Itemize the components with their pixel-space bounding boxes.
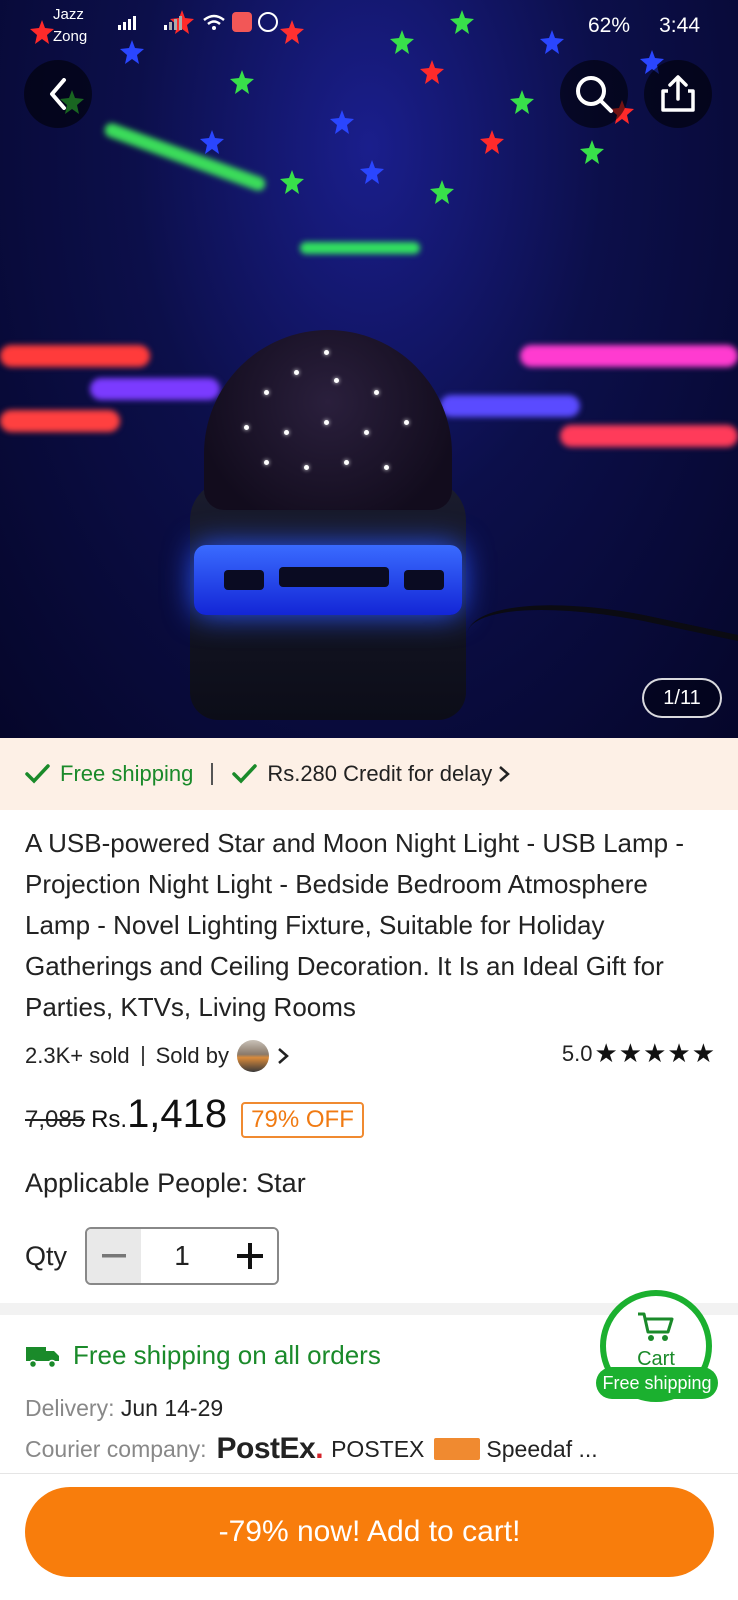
applicable-people[interactable]: Applicable People: Star bbox=[25, 1168, 306, 1199]
light-beam bbox=[440, 395, 580, 417]
cart-icon bbox=[638, 1312, 674, 1341]
decrease-button[interactable] bbox=[87, 1229, 141, 1283]
wifi-icon bbox=[203, 14, 225, 30]
back-arrow-icon bbox=[50, 78, 66, 110]
divider bbox=[141, 1046, 144, 1066]
promo-strip[interactable]: Free shipping Rs.280 Credit for delay bbox=[0, 738, 738, 810]
light-beam bbox=[0, 345, 150, 367]
minus-icon bbox=[102, 1254, 126, 1258]
app-notification-icon bbox=[232, 12, 252, 32]
search-icon bbox=[576, 76, 613, 113]
free-shipping-row[interactable]: Free shipping on all orders bbox=[25, 1340, 381, 1371]
sold-count: 2.3K+ sold bbox=[25, 1043, 130, 1068]
speedaf-logo bbox=[434, 1438, 481, 1460]
product-image[interactable]: Jazz Zong 62% 3:44 1/11 bbox=[0, 0, 738, 738]
currency: Rs. bbox=[91, 1106, 128, 1133]
share-button[interactable] bbox=[644, 60, 712, 128]
free-shipping-headline: Free shipping on all orders bbox=[73, 1340, 381, 1370]
original-price: 7,085 bbox=[25, 1106, 86, 1133]
product-title: A USB-powered Star and Moon Night Light … bbox=[25, 828, 684, 1022]
quantity-value[interactable]: 1 bbox=[141, 1229, 223, 1283]
sold-by-label: Sold by bbox=[155, 1043, 229, 1068]
plus-icon bbox=[237, 1243, 263, 1269]
increase-button[interactable] bbox=[223, 1229, 277, 1283]
add-to-cart-button[interactable]: -79% now! Add to cart! bbox=[25, 1487, 714, 1577]
rating[interactable]: 5.0 ★★★★★ bbox=[562, 1038, 716, 1069]
star-icons: ★★★★★ bbox=[594, 1038, 716, 1068]
free-shipping-label: Free shipping bbox=[60, 761, 194, 786]
current-price: 1,418 bbox=[127, 1092, 228, 1136]
postex-logo-text: PostEx bbox=[216, 1432, 316, 1465]
delivery-truck-icon bbox=[26, 1346, 59, 1368]
light-beam bbox=[90, 378, 220, 400]
quantity-stepper: 1 bbox=[85, 1227, 279, 1285]
back-button[interactable] bbox=[24, 60, 92, 128]
lamp-dome bbox=[204, 330, 452, 510]
search-button[interactable] bbox=[560, 60, 628, 128]
signal-icons bbox=[110, 12, 278, 32]
clock: 3:44 bbox=[659, 14, 700, 37]
battery-level: 62% bbox=[587, 14, 630, 37]
courier-name: Speedaf ... bbox=[486, 1435, 598, 1462]
light-beam bbox=[0, 410, 120, 432]
price-row: 7,085 Rs. 1,418 79% OFF bbox=[25, 1092, 364, 1148]
rating-value: 5.0 bbox=[561, 1040, 593, 1066]
light-beam bbox=[560, 425, 738, 447]
light-beam bbox=[520, 345, 738, 367]
divider bbox=[0, 1473, 738, 1474]
delivery-date: Jun 14-29 bbox=[120, 1395, 224, 1421]
chevron-right-icon[interactable] bbox=[275, 1045, 293, 1067]
free-shipping-pill: Free shipping bbox=[596, 1367, 718, 1399]
facebook-icon bbox=[258, 12, 278, 32]
chevron-right-icon bbox=[499, 766, 511, 782]
image-counter: 1/11 bbox=[642, 678, 722, 718]
delay-credit-label: Rs.280 Credit for delay bbox=[267, 761, 493, 786]
courier-label: Courier company: bbox=[25, 1435, 207, 1462]
carrier-name: Zong bbox=[53, 28, 88, 45]
courier-row[interactable]: Courier company: PostEx. POSTEX Speedaf … bbox=[25, 1432, 598, 1466]
status-bar: Jazz Zong 62% 3:44 bbox=[0, 0, 738, 50]
signal-icon bbox=[118, 16, 136, 30]
signal-icon bbox=[164, 16, 182, 30]
share-icon bbox=[661, 75, 695, 112]
divider bbox=[211, 763, 214, 785]
courier-name: POSTEX bbox=[331, 1435, 425, 1462]
discount-badge: 79% OFF bbox=[241, 1102, 364, 1138]
qty-label: Qty bbox=[25, 1241, 68, 1271]
check-icon bbox=[232, 764, 258, 784]
delivery-label: Delivery: bbox=[25, 1395, 115, 1421]
delivery-row: Delivery: Jun 14-29 bbox=[25, 1395, 223, 1422]
lamp-glow bbox=[194, 545, 462, 615]
check-icon bbox=[25, 764, 50, 784]
seller-avatar[interactable] bbox=[236, 1040, 269, 1072]
carrier-name: Jazz bbox=[53, 6, 84, 23]
postex-logo: PostEx. bbox=[216, 1432, 324, 1465]
